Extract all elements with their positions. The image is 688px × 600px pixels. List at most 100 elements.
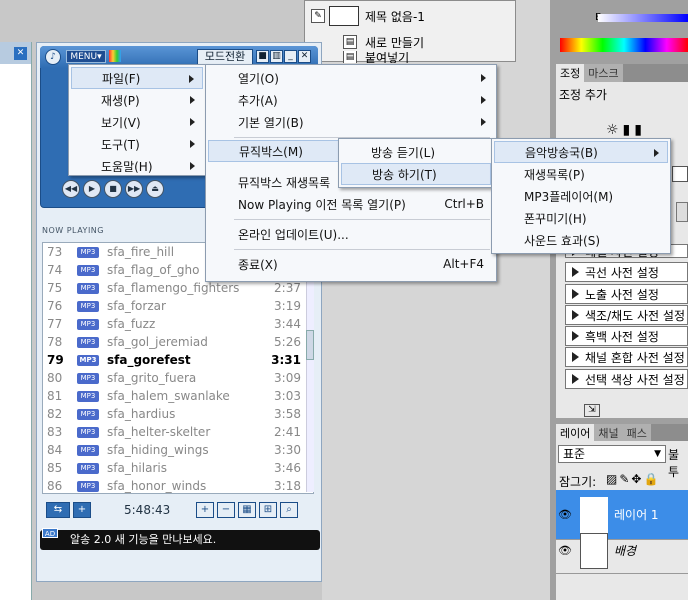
menu-item-view[interactable]: 보기(V) xyxy=(71,111,203,133)
eject-icon[interactable]: ⏏ xyxy=(146,180,164,198)
history-step-icon: ▤ xyxy=(343,51,357,63)
remove-icon[interactable]: − xyxy=(217,502,235,518)
add-icon[interactable]: + xyxy=(196,502,214,518)
history-item-label: 붙여넣기 xyxy=(365,51,410,63)
color-spectrum-bar[interactable] xyxy=(560,38,688,52)
lock-label: 잠그기: xyxy=(559,475,597,489)
playlist-row[interactable]: 84 MP3 sfa_hiding_wings 3:30 xyxy=(43,441,309,459)
gradient-map-icon[interactable] xyxy=(672,166,688,182)
usb-icon[interactable]: ⇆ xyxy=(46,502,70,518)
preset-curves[interactable]: 곡선 사전 설정 xyxy=(565,262,688,282)
minimize-icon[interactable]: _ xyxy=(284,50,297,63)
playback-controls: ◀◀ ▶ ■ ▶▶ ⏏ xyxy=(62,180,167,198)
fast-forward-icon[interactable]: ▶▶ xyxy=(125,180,143,198)
playlist-row[interactable]: 85 MP3 sfa_hilaris 3:46 xyxy=(43,459,309,477)
menu-item-previous-list[interactable]: Now Playing 이전 목록 열기(P) Ctrl+B xyxy=(208,193,494,215)
rewind-icon[interactable]: ◀◀ xyxy=(62,180,80,198)
playlist-row[interactable]: 82 MP3 sfa_hardius 3:58 xyxy=(43,405,309,423)
adjustment-swatch[interactable] xyxy=(676,202,688,222)
menu-item-file[interactable]: 파일(F) xyxy=(71,67,203,89)
history-item-label: 새로 만들기 xyxy=(365,35,425,50)
brush-icon: ✎ xyxy=(311,9,325,23)
menu-item-do-broadcast[interactable]: 방송 하기(T) xyxy=(341,163,491,185)
menu-item-playlist[interactable]: 재생목록(P) xyxy=(494,163,668,185)
menu-separator xyxy=(234,249,490,250)
playlist-toolbar: ⇆ + 5:48:43 + − ▦ ⊞ ⌕ xyxy=(42,498,314,522)
mode-switch-button[interactable]: 모드전환 xyxy=(197,49,253,65)
search-icon[interactable]: ⌕ xyxy=(280,502,298,518)
blend-mode-select[interactable]: 표준 ▼ xyxy=(558,445,666,463)
layer-thumbnail xyxy=(580,532,608,569)
playlist-scrollbar[interactable] xyxy=(306,260,314,492)
preset-black-white[interactable]: 흑백 사전 설정 xyxy=(565,326,688,346)
history-item[interactable]: ▤ 붙여넣기 xyxy=(305,51,515,63)
musicbox-submenu: 방송 듣기(L) 방송 하기(T) xyxy=(338,138,494,188)
player-menu-button[interactable]: MENU▾ xyxy=(66,50,106,63)
playlist-row[interactable]: 76 MP3 sfa_forzar 3:19 xyxy=(43,297,309,315)
adjustment-icons[interactable]: ☼▮▮ xyxy=(606,122,646,138)
tab-channels[interactable]: 채널 xyxy=(594,424,623,441)
layer-row[interactable]: 👁 배경 xyxy=(556,528,688,574)
submenu-arrow-icon xyxy=(481,74,486,82)
equalizer-icon[interactable] xyxy=(109,50,121,62)
playlist-row[interactable]: 81 MP3 sfa_halem_swanlake 3:03 xyxy=(43,387,309,405)
menu-item-phone-decorate[interactable]: 폰꾸미기(H) xyxy=(494,207,668,229)
close-icon[interactable]: ✕ xyxy=(298,50,311,63)
preset-channel-mixer[interactable]: 채널 혼합 사전 설정 xyxy=(565,347,688,367)
history-snapshot[interactable]: ✎ 제목 없음-1 xyxy=(305,5,515,27)
stop-icon[interactable]: ■ xyxy=(104,180,122,198)
preset-selective-color[interactable]: 선택 색상 사전 설정 xyxy=(565,369,688,389)
playlist-row[interactable]: 78 MP3 sfa_gol_jeremiad 5:26 xyxy=(43,333,309,351)
eye-icon[interactable]: 👁 xyxy=(558,544,572,557)
ad-badge: AD xyxy=(42,528,58,538)
submenu-arrow-icon xyxy=(654,149,659,157)
preset-hue-saturation[interactable]: 색조/채도 사전 설정 xyxy=(565,305,688,325)
menu-item-play[interactable]: 재생(P) xyxy=(71,89,203,111)
menu-item-tools[interactable]: 도구(T) xyxy=(71,133,203,155)
menu-item-open[interactable]: 열기(O) xyxy=(208,67,494,89)
playlist-row[interactable]: 80 MP3 sfa_grito_fuera 3:09 xyxy=(43,369,309,387)
add-file-icon[interactable]: + xyxy=(73,502,91,518)
scrollbar-thumb[interactable] xyxy=(306,330,314,360)
expand-icon xyxy=(572,331,579,341)
lock-icons[interactable]: ▨✎✥🔒 xyxy=(606,472,660,486)
menu-separator xyxy=(234,219,490,220)
stop-icon[interactable]: ■ xyxy=(256,50,269,63)
layers-tabs: 레이어 채널 패스 xyxy=(556,424,688,441)
menu-item-default-open[interactable]: 기본 열기(B) xyxy=(208,111,494,133)
menu-item-online-update[interactable]: 온라인 업데이트(U)... xyxy=(208,223,494,245)
tab-layers[interactable]: 레이어 xyxy=(556,424,595,441)
tab-adjustments[interactable]: 조정 xyxy=(556,64,585,82)
eye-icon[interactable]: 👁 xyxy=(558,508,572,521)
now-playing-label: NOW PLAYING xyxy=(42,226,104,235)
menu-item-sound-effects[interactable]: 사운드 효과(S) xyxy=(494,229,668,251)
adjustments-tabs: 조정 마스크 xyxy=(556,64,688,82)
ad-banner[interactable]: 알송 2.0 새 기능을 만나보세요. xyxy=(40,530,320,550)
menu-item-mp3-player[interactable]: MP3플레이어(M) xyxy=(494,185,668,207)
menu-item-music-station[interactable]: 음악방송국(B) xyxy=(494,141,668,163)
sort-icon[interactable]: ⊞ xyxy=(259,502,277,518)
playlist-row[interactable]: 77 MP3 sfa_fuzz 3:44 xyxy=(43,315,309,333)
menu-item-help[interactable]: 도움말(H) xyxy=(71,155,203,177)
tab-masks[interactable]: 마스크 xyxy=(584,64,623,82)
color-slider[interactable] xyxy=(598,14,688,22)
playlist-row-current[interactable]: 79 MP3 sfa_gorefest 3:31 xyxy=(43,351,309,369)
return-icon[interactable]: ⇲ xyxy=(584,404,600,417)
close-icon[interactable]: ✕ xyxy=(14,47,27,60)
mini-mode-icon[interactable]: ▥ xyxy=(270,50,283,63)
playlist-row[interactable]: 86 MP3 sfa_honor_winds 3:18 xyxy=(43,477,309,495)
submenu-arrow-icon xyxy=(190,118,195,126)
menu-item-exit[interactable]: 종료(X) Alt+F4 xyxy=(208,253,494,275)
grid-icon[interactable]: ▦ xyxy=(238,502,256,518)
menu-item-add[interactable]: 추가(A) xyxy=(208,89,494,111)
expand-icon xyxy=(572,289,579,299)
playlist-row[interactable]: 83 MP3 sfa_helter-skelter 2:41 xyxy=(43,423,309,441)
play-icon[interactable]: ▶ xyxy=(83,180,101,198)
tab-paths[interactable]: 패스 xyxy=(622,424,651,441)
preset-exposure[interactable]: 노출 사전 설정 xyxy=(565,284,688,304)
expand-icon xyxy=(572,310,579,320)
history-item[interactable]: ▤ 새로 만들기 xyxy=(305,31,515,53)
player-logo-icon: ♪ xyxy=(45,49,61,65)
history-step-icon: ▤ xyxy=(343,35,357,49)
menu-item-listen-broadcast[interactable]: 방송 듣기(L) xyxy=(341,141,491,163)
